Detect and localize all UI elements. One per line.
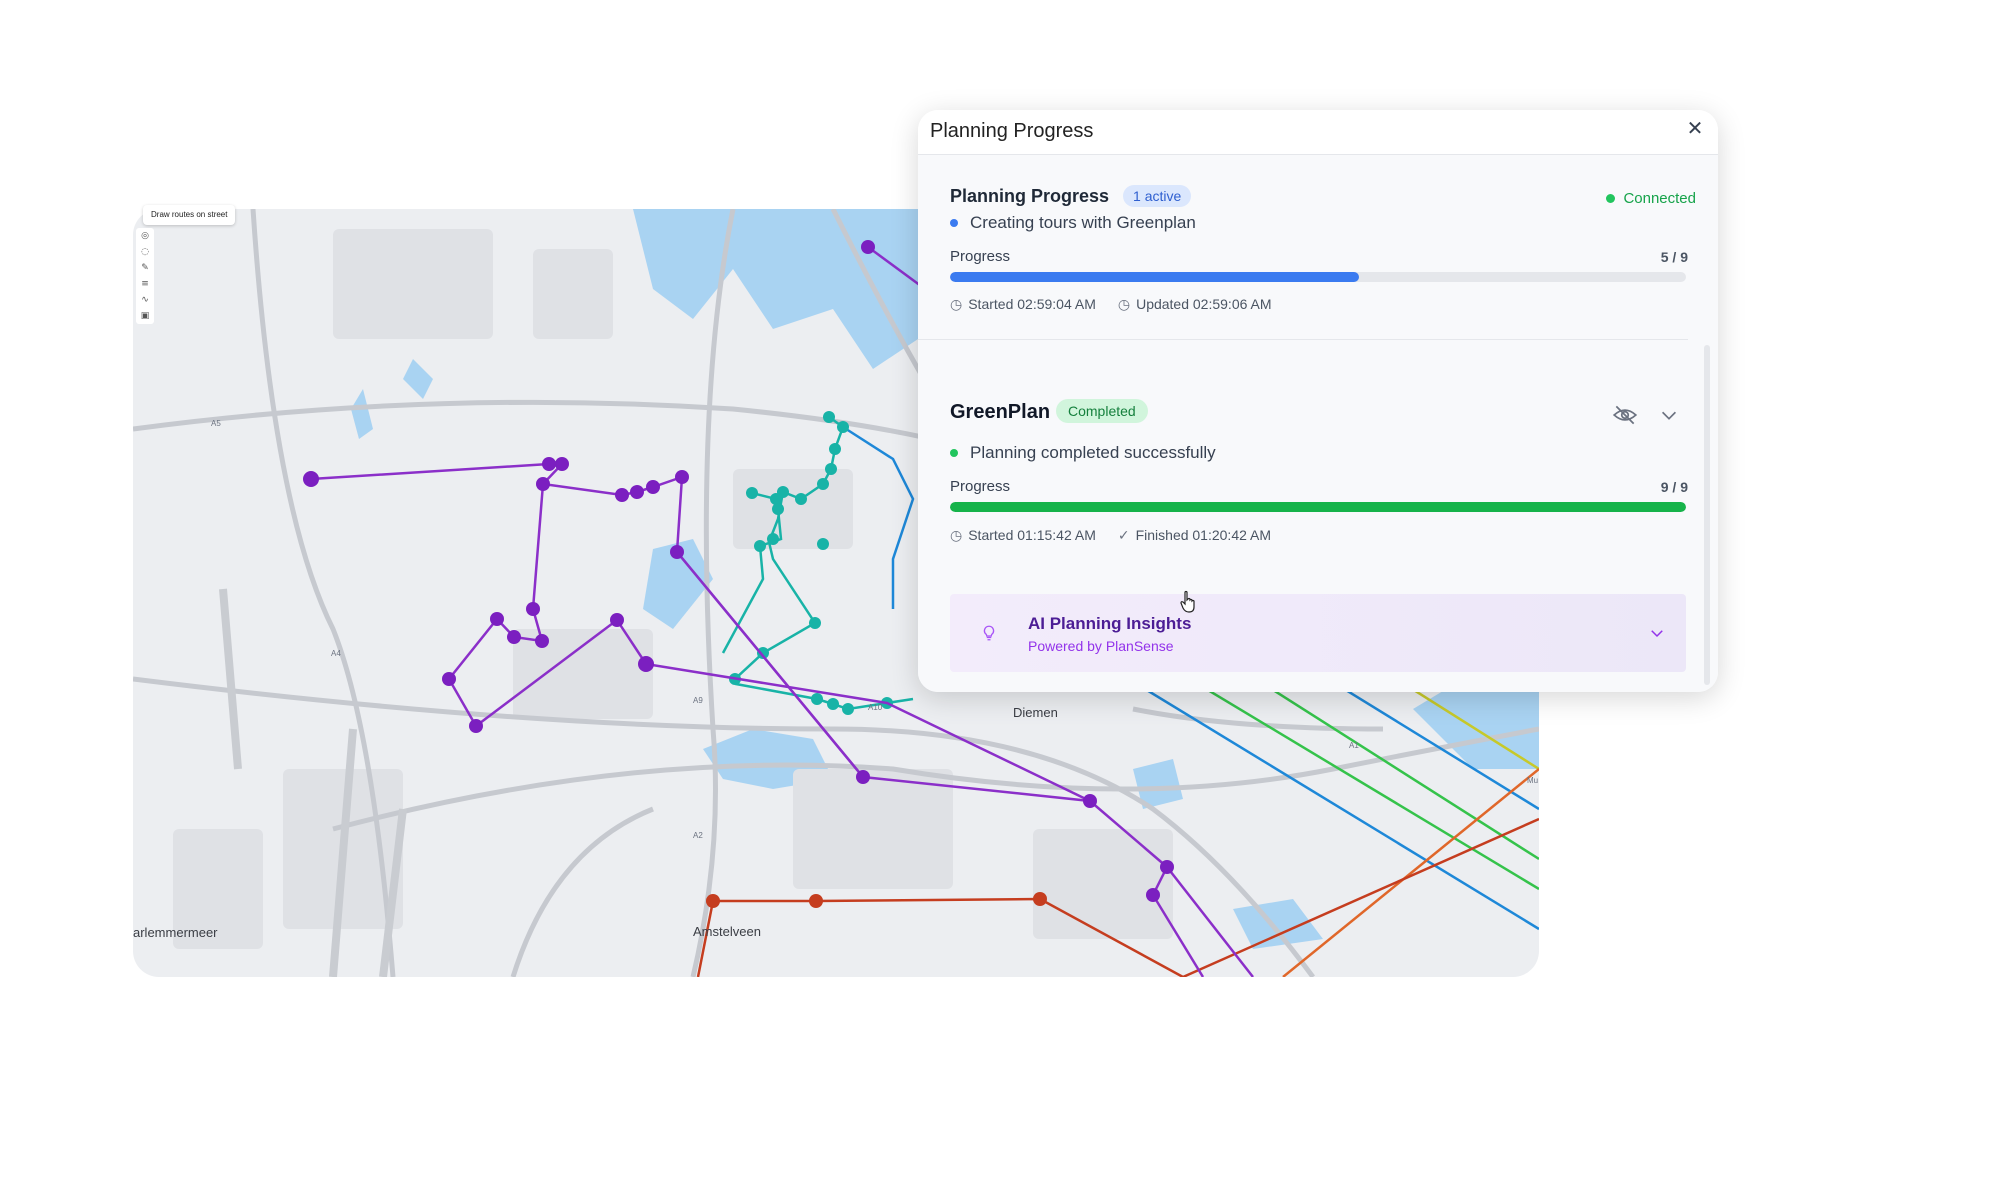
panel-title: Planning Progress <box>930 120 1094 142</box>
map-label-diemen: Diemen <box>1013 705 1058 720</box>
hand-cursor-icon <box>1180 590 1195 613</box>
draw-routes-tooltip: Draw routes on street <box>143 205 236 225</box>
active-progress-label: Progress <box>950 248 1011 265</box>
ai-insights-panel[interactable]: AI Planning Insights Powered by PlanSens… <box>950 594 1686 672</box>
connection-status: Connected <box>1606 190 1696 207</box>
chevron-down-icon <box>1651 630 1663 638</box>
active-progress-fill <box>950 272 1359 282</box>
active-progress-count: 5 / 9 <box>1660 249 1688 265</box>
completed-progress-label: Progress <box>950 478 1011 495</box>
layers-icon[interactable]: ▣ <box>140 311 150 321</box>
active-job-status: Creating tours with Greenplan <box>950 213 1196 233</box>
active-progress-bar <box>950 272 1686 282</box>
ai-insights-title: AI Planning Insights <box>1028 614 1192 633</box>
status-dot-icon <box>950 449 958 457</box>
close-button[interactable]: ✕ <box>1684 118 1706 140</box>
lasso-icon[interactable]: ◌ <box>140 247 150 257</box>
map-label-a5: A5 <box>211 419 221 428</box>
eye-off-icon <box>1612 405 1638 425</box>
ai-insights-subtitle: Powered by PlanSense <box>1028 638 1174 654</box>
map-label-a10: A10 <box>868 703 883 712</box>
panel-header: Planning Progress ✕ <box>918 110 1718 155</box>
hide-route-button[interactable] <box>1612 402 1638 428</box>
lightbulb-icon <box>983 625 995 641</box>
clock-icon: ◷ <box>950 297 963 313</box>
clock-icon: ◷ <box>950 528 963 544</box>
active-job-times: ◷ Started 02:59:04 AM ◷ Updated 02:59:06 A… <box>950 296 1272 313</box>
active-job-status-text: Creating tours with Greenplan <box>970 213 1196 232</box>
map-toolbar: ◎ ◌ ✎ ≡ ∿ ▣ <box>136 228 154 324</box>
map-label-mu: Mu <box>1527 776 1539 785</box>
target-icon[interactable]: ◎ <box>140 231 150 241</box>
map-label-a1: A1 <box>1349 741 1359 750</box>
completed-progress-count: 9 / 9 <box>1660 479 1688 495</box>
expand-job-button[interactable] <box>1658 404 1680 426</box>
clock-icon: ◷ <box>1117 297 1131 313</box>
panel-scrollbar[interactable] <box>1704 345 1710 685</box>
section-title: Planning Progress <box>950 185 1110 206</box>
active-started: ◷ Started 02:59:04 AM <box>950 296 1096 313</box>
completed-progress-bar <box>950 502 1686 512</box>
completed-job-status-text: Planning completed successfully <box>970 443 1216 462</box>
route-teal <box>721 411 915 715</box>
status-dot-icon <box>1606 194 1616 203</box>
map-label-a4: A4 <box>331 649 341 658</box>
planning-progress-panel: Planning Progress ✕ Planning Progress 1 … <box>918 110 1718 692</box>
map-label-a2: A2 <box>693 831 703 840</box>
panel-body: Planning Progress 1 active Connected Cre… <box>918 155 1718 692</box>
pencil-icon[interactable]: ✎ <box>140 263 150 273</box>
completed-finished: ✓ Finished 01:20:42 AM <box>1117 527 1272 544</box>
divider <box>918 339 1688 340</box>
completed-job-times: ◷ Started 01:15:42 AM ✓ Finished 01:20:42 … <box>950 527 1271 544</box>
status-dot-icon <box>950 219 958 227</box>
chevron-down-icon <box>1661 411 1677 420</box>
completed-started: ◷ Started 01:15:42 AM <box>950 527 1096 544</box>
map-label-amstelveen: Amstelveen <box>693 924 761 939</box>
close-icon: ✕ <box>1686 118 1704 140</box>
completed-badge: Completed <box>1056 399 1148 423</box>
completed-progress-fill <box>950 502 1686 512</box>
job-name: GreenPlan <box>950 401 1051 423</box>
road-icon[interactable]: ≡ <box>140 279 150 289</box>
map-label-haarlemmermeer: arlemmermeer <box>133 925 218 940</box>
check-icon: ✓ <box>1117 528 1130 544</box>
completed-job-status: Planning completed successfully <box>950 443 1216 463</box>
section-header: Planning Progress 1 active <box>950 185 1192 207</box>
active-updated: ◷ Updated 02:59:06 AM <box>1117 296 1272 313</box>
connection-status-label: Connected <box>1623 190 1696 207</box>
active-count-badge: 1 active <box>1123 185 1192 207</box>
map-label-a9: A9 <box>693 696 703 705</box>
path-icon[interactable]: ∿ <box>140 295 150 305</box>
